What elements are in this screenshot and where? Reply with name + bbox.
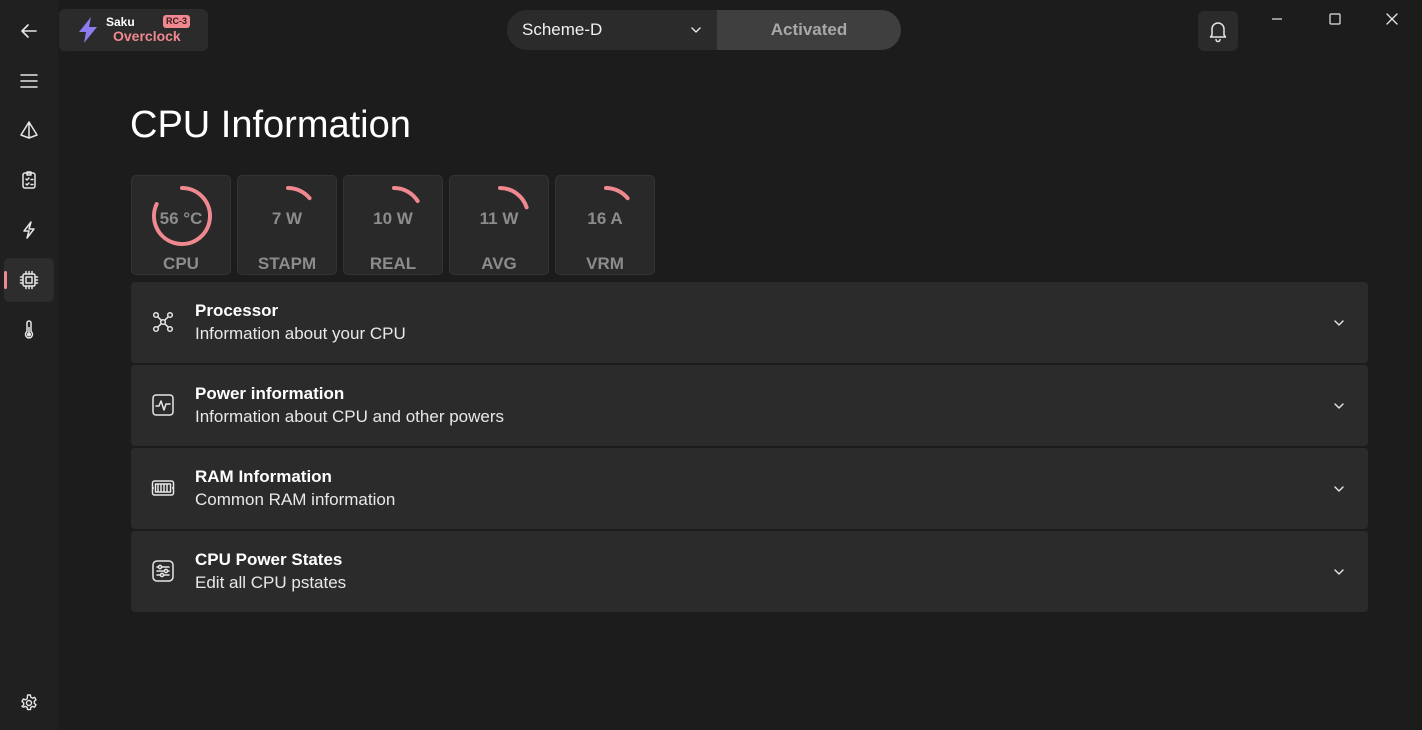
expander-subtitle: Information about your CPU <box>195 324 406 343</box>
maximize-window-button[interactable] <box>1324 8 1346 30</box>
expander-power-information[interactable]: Power information Information about CPU … <box>131 365 1368 446</box>
gauge-label: REAL <box>369 254 417 273</box>
gauge-cpu-temperature: 56 °C CPU <box>131 175 231 275</box>
thermometer-icon <box>24 320 34 339</box>
pulse-monitor-icon <box>152 394 174 416</box>
hamburger-menu-icon <box>20 74 38 88</box>
gauge-value: 56 °C <box>159 209 203 228</box>
gauge-stapm: 7 W STAPM <box>237 175 337 275</box>
gauge-label: VRM <box>586 254 624 273</box>
chevron-down-icon[interactable] <box>1332 482 1346 496</box>
logo-bolt-shape <box>79 17 97 43</box>
sliders-panel-icon <box>152 560 174 582</box>
nav-item-overclock[interactable] <box>4 208 54 252</box>
expander-title: Processor <box>195 301 279 320</box>
expander-title: Power information <box>195 384 345 403</box>
gauge-arc <box>392 186 420 203</box>
close-window-button[interactable] <box>1381 8 1403 30</box>
nav-item-settings[interactable] <box>4 681 54 725</box>
gauge-arc <box>286 186 312 201</box>
pyramid-icon <box>20 121 38 139</box>
gauge-real: 10 W REAL <box>343 175 443 275</box>
chevron-down-icon[interactable] <box>1332 399 1346 413</box>
menu-toggle-button[interactable] <box>4 59 54 103</box>
gauge-label: CPU <box>163 254 199 273</box>
back-button[interactable] <box>4 9 54 53</box>
expander-ram-information[interactable]: RAM Information Common RAM information <box>131 448 1368 529</box>
gauge-label: AVG <box>481 254 517 273</box>
expander-subtitle: Edit all CPU pstates <box>195 573 347 592</box>
cpu-chip-icon <box>19 270 39 290</box>
gauge-arc <box>498 186 529 210</box>
network-nodes-icon <box>152 311 174 333</box>
maximize-icon <box>1329 13 1341 25</box>
nav-item-tasks[interactable] <box>4 158 54 202</box>
gauge-value: 10 W <box>373 209 413 228</box>
app-name-line1: Saku <box>106 15 135 29</box>
version-badge: RC-3 <box>163 15 191 28</box>
chevron-down-icon <box>691 27 701 33</box>
activated-button[interactable]: Activated <box>717 10 901 50</box>
expander-cpu-power-states[interactable]: CPU Power States Edit all CPU pstates <box>131 531 1368 612</box>
page-title: CPU Information <box>130 104 411 146</box>
expander-title: RAM Information <box>195 467 332 486</box>
app-name-line2: Overclock <box>113 28 181 44</box>
expander-processor[interactable]: Processor Information about your CPU <box>131 282 1368 363</box>
minimize-window-button[interactable] <box>1266 8 1288 30</box>
nav-item-cpu-information[interactable] <box>4 258 54 302</box>
gauge-value: 11 W <box>479 209 519 228</box>
gauge-avg: 11 W AVG <box>449 175 549 275</box>
gauge-vrm: 16 A VRM <box>555 175 655 275</box>
expander-subtitle: Common RAM information <box>195 490 396 509</box>
settings-gear-icon <box>21 694 37 711</box>
lightning-icon <box>23 221 35 239</box>
nav-item-temperature[interactable] <box>4 308 54 352</box>
clipboard-checklist-icon <box>22 171 36 189</box>
gauge-value: 7 W <box>271 209 303 228</box>
lightning-logo-icon <box>79 17 97 43</box>
scheme-selected-value: Scheme-D <box>522 20 603 39</box>
gauge-label: STAPM <box>257 254 317 273</box>
nav-item-presets[interactable] <box>4 108 54 152</box>
ram-module-icon <box>151 480 175 496</box>
expander-subtitle: Information about CPU and other powers <box>195 407 505 426</box>
sensor-gauges: 56 °C CPU 7 W STAPM 10 W REAL 11 W AVG 1… <box>131 175 655 275</box>
back-arrow-icon <box>21 24 37 38</box>
minimize-icon <box>1272 18 1282 20</box>
gauge-value: 16 A <box>587 209 623 228</box>
chevron-down-icon[interactable] <box>1332 316 1346 330</box>
close-icon <box>1386 13 1398 25</box>
notifications-button[interactable] <box>1198 11 1238 51</box>
bell-icon <box>1209 22 1227 43</box>
chevron-down-icon[interactable] <box>1332 565 1346 579</box>
app-logo: Saku Overclock RC-3 <box>59 9 208 51</box>
navigation-rail <box>0 0 58 730</box>
expander-title: CPU Power States <box>195 550 343 569</box>
scheme-dropdown[interactable]: Scheme-D <box>507 10 717 50</box>
gauge-arc <box>604 186 630 201</box>
